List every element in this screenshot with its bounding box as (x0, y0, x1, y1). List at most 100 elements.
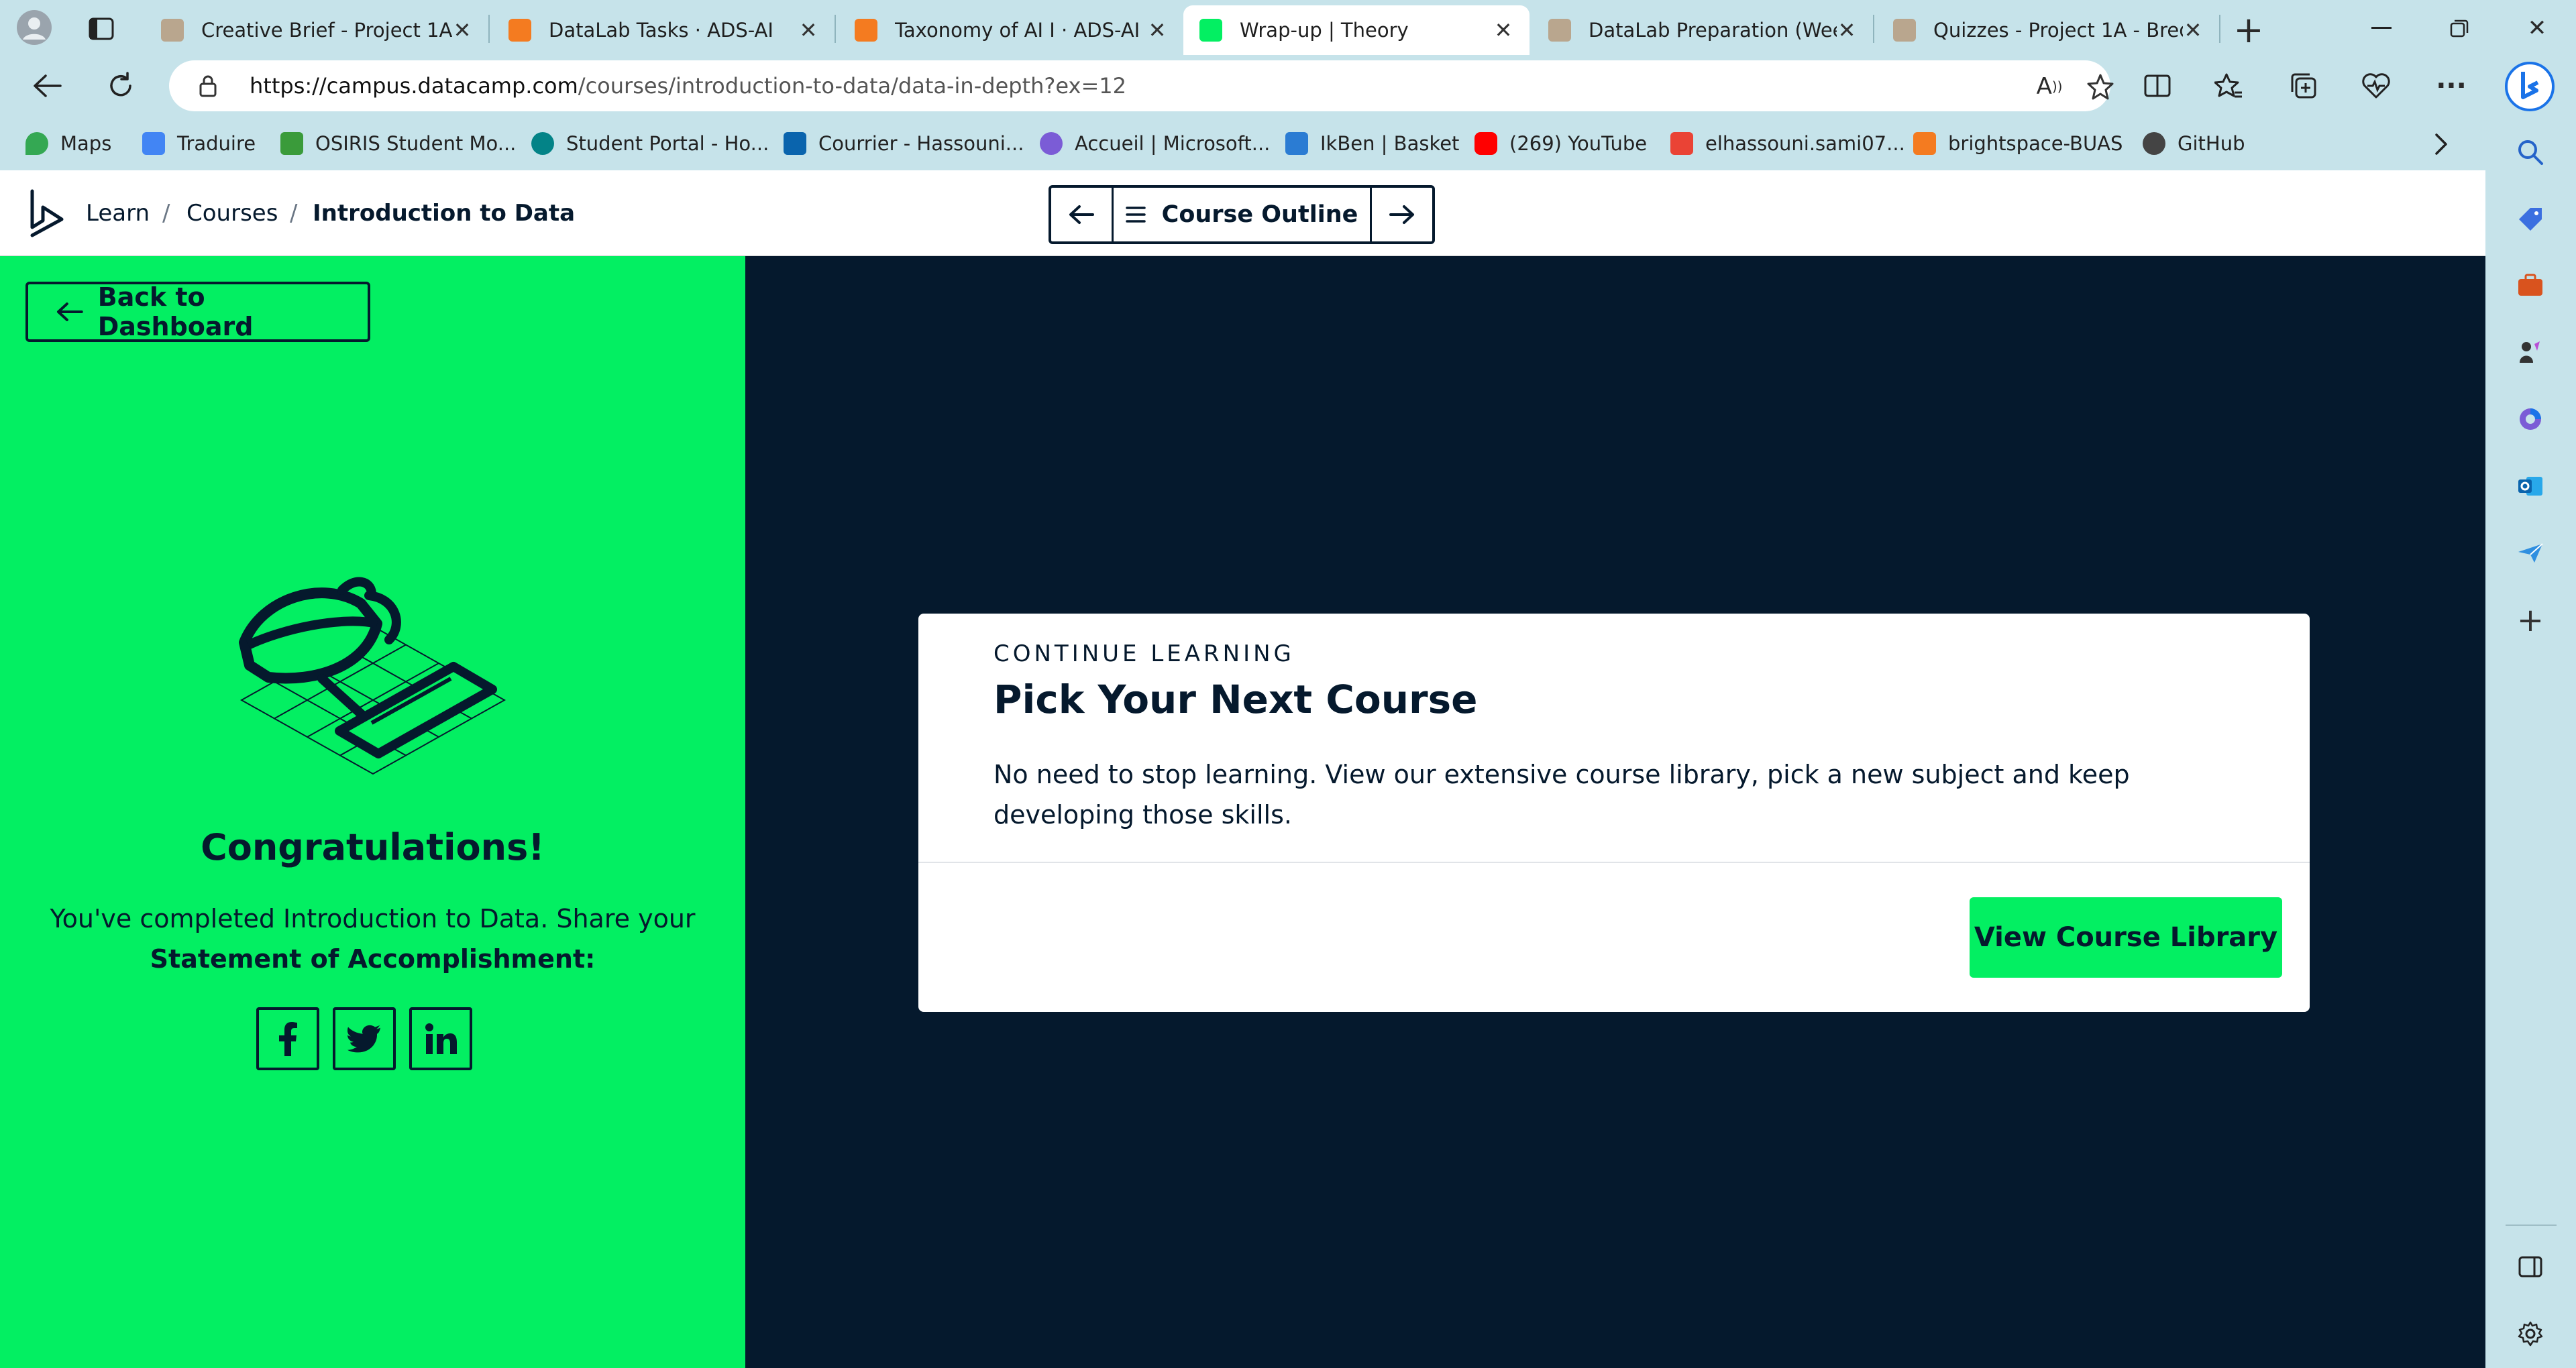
datacamp-logo-icon[interactable] (25, 186, 68, 240)
facebook-icon (279, 1022, 297, 1056)
browser-tab[interactable]: DataLab Preparation (Wee ✕ (1532, 5, 1873, 55)
maps-pin-icon (25, 132, 48, 155)
browser-tab[interactable]: DataLab Tasks · ADS-AI ✕ (492, 5, 835, 55)
lock-icon[interactable] (195, 72, 221, 99)
bookmark-traduire[interactable]: Traduire (142, 117, 256, 170)
split-screen-icon[interactable] (2139, 67, 2176, 105)
bookmark-youtube[interactable]: (269) YouTube (1474, 117, 1647, 170)
window-close-icon[interactable]: ✕ (2517, 9, 2557, 47)
shopping-tag-icon[interactable] (2514, 203, 2547, 236)
breadcrumb-separator: / (290, 200, 298, 227)
next-exercise-button[interactable] (1372, 188, 1432, 241)
browser-tab[interactable]: Taxonomy of AI I · ADS-AI ✕ (839, 5, 1183, 55)
brightspace-icon (1893, 19, 1916, 42)
profile-avatar[interactable] (15, 8, 54, 47)
tools-briefcase-icon[interactable] (2514, 268, 2547, 302)
bing-copilot-icon[interactable] (2502, 59, 2557, 114)
back-arrow-icon[interactable] (27, 66, 67, 106)
add-plus-icon[interactable]: + (2514, 602, 2547, 639)
read-aloud-icon[interactable]: A)) (2033, 70, 2066, 103)
back-to-dashboard-button[interactable]: Back to Dashboard (25, 282, 370, 342)
bookmark-label: GitHub (2178, 132, 2245, 155)
linkedin-icon (425, 1023, 457, 1054)
breadcrumb-current-course: Introduction to Data (313, 200, 576, 227)
card-kicker: CONTINUE LEARNING (994, 640, 1295, 667)
settings-gear-icon[interactable] (2514, 1317, 2547, 1351)
bookmark-label: brightspace-BUAS (1948, 132, 2123, 155)
view-course-library-button[interactable]: View Course Library (1970, 897, 2282, 978)
address-bar[interactable]: https://campus.datacamp.com/courses/intr… (169, 60, 2114, 111)
search-icon[interactable] (2514, 135, 2547, 169)
browser-tab[interactable]: Quizzes - Project 1A - Bred ✕ (1877, 5, 2219, 55)
course-navigation: Course Outline (1049, 185, 1435, 244)
congratulations-heading: Congratulations! (201, 826, 545, 868)
continue-learning-card: CONTINUE LEARNING Pick Your Next Course … (918, 614, 2310, 1012)
send-icon[interactable] (2514, 536, 2547, 570)
bookmark-brightspace[interactable]: brightspace-BUAS (1913, 117, 2123, 170)
browser-tab-active[interactable]: Wrap-up | Theory ✕ (1183, 5, 1529, 55)
bookmark-gmail[interactable]: elhassouni.sami07... (1670, 117, 1905, 170)
bookmark-label: IkBen | Basket (1320, 132, 1460, 155)
favorite-star-icon[interactable] (2084, 70, 2117, 103)
sharepoint-icon (531, 132, 554, 155)
sidebar-divider (2506, 1224, 2557, 1226)
outlook-icon[interactable] (2514, 469, 2547, 503)
microsoft-365-icon (1040, 132, 1063, 155)
bookmark-label: Courrier - Hassouni... (818, 132, 1024, 155)
bookmark-microsoft[interactable]: Accueil | Microsoft... (1040, 117, 1270, 170)
bookmark-maps[interactable]: Maps (25, 117, 111, 170)
tab-separator (2219, 15, 2220, 43)
bookmark-label: (269) YouTube (1509, 132, 1648, 155)
bookmark-student-portal[interactable]: Student Portal - Ho... (531, 117, 769, 170)
bookmark-label: Student Portal - Ho... (566, 132, 769, 155)
browser-essentials-icon[interactable] (2357, 67, 2395, 105)
tab-separator (1873, 15, 1874, 43)
osiris-icon (280, 132, 303, 155)
bookmark-courrier[interactable]: Courrier - Hassouni... (784, 117, 1024, 170)
url-text[interactable]: https://campus.datacamp.com/courses/intr… (250, 60, 1126, 111)
close-icon[interactable]: ✕ (798, 17, 818, 43)
previous-exercise-button[interactable] (1051, 188, 1112, 241)
share-twitter-button[interactable] (333, 1007, 396, 1070)
content-panel: CONTINUE LEARNING Pick Your Next Course … (745, 256, 2485, 1368)
brightspace-icon (1913, 132, 1936, 155)
new-tab-plus-icon[interactable]: + (2229, 9, 2269, 51)
tab-title: Wrap-up | Theory (1240, 19, 1409, 42)
close-icon[interactable]: ✕ (2183, 17, 2203, 43)
close-icon[interactable]: ✕ (1147, 17, 1167, 43)
share-facebook-button[interactable] (256, 1007, 319, 1070)
trophy-illustration-icon (239, 577, 506, 775)
close-icon[interactable]: ✕ (452, 17, 472, 43)
tab-title: Creative Brief - Project 1A (201, 19, 452, 42)
bookmark-osiris[interactable]: OSIRIS Student Mo... (280, 117, 516, 170)
tab-strip: Creative Brief - Project 1A ✕ DataLab Ta… (0, 0, 2576, 55)
bookmark-github[interactable]: GitHub (2143, 117, 2245, 170)
collections-icon[interactable] (2285, 67, 2322, 105)
bookmark-label: elhassouni.sami07... (1705, 132, 1905, 155)
more-options-icon[interactable]: ··· (2432, 67, 2470, 105)
datacamp-icon (1199, 19, 1222, 42)
bookmark-ikben[interactable]: IkBen | Basket (1285, 117, 1459, 170)
completion-text: You've completed Introduction to Data. S… (50, 904, 696, 933)
favorites-icon[interactable] (2210, 67, 2247, 105)
tab-actions-icon[interactable] (83, 11, 119, 47)
microsoft-365-icon[interactable] (2514, 402, 2547, 436)
sidebar-toggle-icon[interactable] (2514, 1250, 2547, 1284)
browser-tab[interactable]: Creative Brief - Project 1A ✕ (145, 5, 488, 55)
card-description: No need to stop learning. View our exten… (994, 760, 2130, 830)
course-outline-button[interactable]: Course Outline (1112, 188, 1372, 241)
close-icon[interactable]: ✕ (1493, 17, 1513, 43)
refresh-icon[interactable] (101, 66, 141, 106)
chevron-right-icon[interactable] (2424, 127, 2458, 161)
breadcrumb-courses[interactable]: Courses (186, 170, 278, 256)
bookmark-label: Accueil | Microsoft... (1075, 132, 1271, 155)
games-icon[interactable] (2514, 335, 2547, 369)
url-path: /courses/introduction-to-data/data-in-de… (578, 73, 1126, 99)
arrow-right-icon (1389, 205, 1414, 224)
restore-icon[interactable] (2439, 9, 2479, 47)
share-linkedin-button[interactable] (409, 1007, 472, 1070)
close-icon[interactable]: ✕ (1837, 17, 1857, 43)
minimize-icon[interactable] (2361, 9, 2402, 47)
breadcrumb-learn[interactable]: Learn (86, 170, 150, 256)
arrow-left-icon (1069, 205, 1094, 224)
